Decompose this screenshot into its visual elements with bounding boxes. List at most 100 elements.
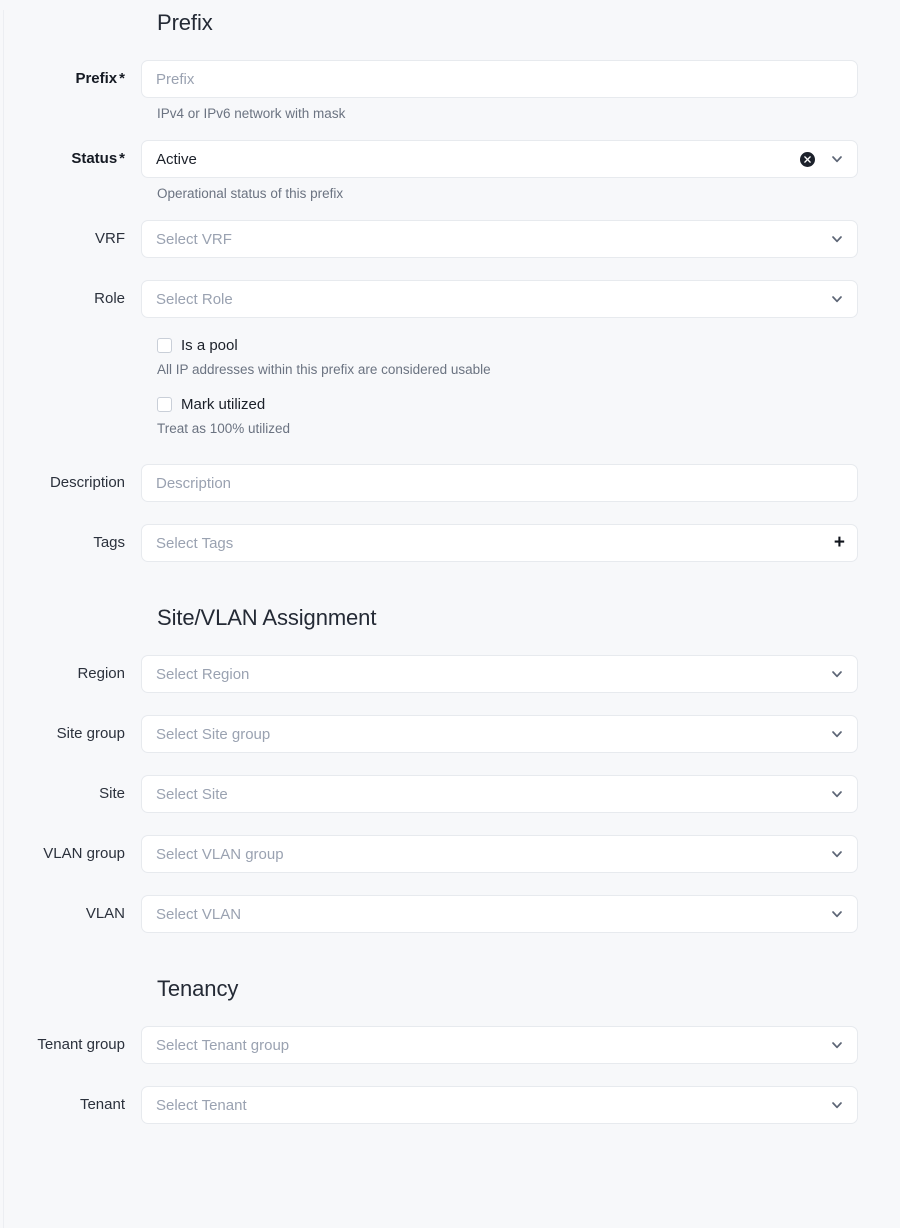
control-vlan-group: Select VLAN group [141, 835, 900, 873]
field-placeholder: Select Tenant [156, 1096, 247, 1114]
chevron-down-icon[interactable] [829, 906, 845, 922]
checkbox-label-mark-utilized: Mark utilized [181, 396, 266, 413]
label-tenant: Tenant [0, 1086, 141, 1115]
label-vlan: VLAN [0, 895, 141, 924]
control-tenant-group: Select Tenant group [141, 1026, 900, 1064]
plus-icon[interactable]: + [834, 533, 845, 552]
region-input[interactable]: Select Region [141, 655, 858, 693]
control-description: Description [141, 464, 900, 502]
field-placeholder: Select VLAN [156, 905, 242, 923]
section-title-prefix: Prefix [157, 10, 213, 35]
field-value: Active [156, 150, 197, 168]
form-row-tags: Tags Select Tags + [0, 524, 900, 562]
chevron-down-icon[interactable] [829, 231, 845, 247]
field-icons: + [834, 525, 857, 561]
form-row-vrf: VRF Select VRF [0, 220, 900, 258]
label-text: Description [49, 474, 125, 491]
control-prefix: Prefix [141, 60, 900, 98]
field-placeholder: Select Site [156, 785, 228, 803]
checkbox-is-a-pool[interactable] [157, 338, 172, 353]
checkbox-mark-utilized[interactable] [157, 397, 172, 412]
field-placeholder: Select VRF [156, 230, 232, 248]
form-row-vlan: VLAN Select VLAN [0, 895, 900, 933]
label-status: Status * [0, 140, 141, 169]
checkbox-row-mark-utilized[interactable]: Mark utilized [0, 397, 900, 412]
site-group-input[interactable]: Select Site group [141, 715, 858, 753]
description-input[interactable]: Description [141, 464, 858, 502]
label-vlan-group: VLAN group [0, 835, 141, 864]
vlan-input[interactable]: Select VLAN [141, 895, 858, 933]
section-title-site-vlan-assignment: Site/VLAN Assignment [157, 605, 377, 630]
field-icons [829, 221, 857, 257]
role-input[interactable]: Select Role [141, 280, 858, 318]
prefix-create-form: Prefix Prefix * Prefix IPv4 or IPv6 network … [0, 10, 900, 1124]
label-role: Role [0, 280, 141, 309]
field-placeholder: Select Tags [156, 534, 234, 552]
control-region: Select Region [141, 655, 900, 693]
form-row-tenant: Tenant Select Tenant [0, 1086, 900, 1124]
label-text: Tenant group [37, 1036, 125, 1053]
tags-input[interactable]: Select Tags + [141, 524, 858, 562]
label-vrf: VRF [0, 220, 141, 249]
form-row-site-group: Site group Select Site group [0, 715, 900, 753]
field-placeholder: Description [156, 474, 232, 492]
label-text: Role [94, 290, 125, 307]
clear-icon[interactable] [800, 151, 815, 167]
label-text: Site group [56, 725, 125, 742]
help-text-is-a-pool: All IP addresses within this prefix are … [157, 362, 491, 377]
label-prefix: Prefix * [0, 60, 141, 89]
chevron-down-icon[interactable] [829, 666, 845, 682]
chevron-down-icon[interactable] [829, 151, 845, 167]
site-input[interactable]: Select Site [141, 775, 858, 813]
form-row-role: Role Select Role [0, 280, 900, 318]
help-text-status: Operational status of this prefix [157, 186, 344, 201]
field-icons [800, 141, 857, 177]
chevron-down-icon[interactable] [829, 726, 845, 742]
status-input[interactable]: Active [141, 140, 858, 178]
label-site-group: Site group [0, 715, 141, 744]
field-placeholder: Select Tenant group [156, 1036, 290, 1054]
form-row-prefix: Prefix * Prefix [0, 60, 900, 98]
control-vlan: Select VLAN [141, 895, 900, 933]
control-role: Select Role [141, 280, 900, 318]
control-tags: Select Tags + [141, 524, 900, 562]
form-row-status: Status * Active [0, 140, 900, 178]
vrf-input[interactable]: Select VRF [141, 220, 858, 258]
chevron-down-icon[interactable] [829, 291, 845, 307]
tenant-group-input[interactable]: Select Tenant group [141, 1026, 858, 1064]
field-icons [829, 1087, 857, 1123]
required-asterisk: * [119, 150, 125, 167]
vlan-group-input[interactable]: Select VLAN group [141, 835, 858, 873]
label-text: Site [99, 785, 125, 802]
label-text: Region [77, 665, 125, 682]
chevron-down-icon[interactable] [829, 846, 845, 862]
control-site: Select Site [141, 775, 900, 813]
required-asterisk: * [119, 70, 125, 87]
field-icons [829, 656, 857, 692]
field-placeholder: Prefix [156, 70, 195, 88]
field-icons [829, 776, 857, 812]
field-placeholder: Select Site group [156, 725, 271, 743]
form-row-site: Site Select Site [0, 775, 900, 813]
form-row-tenant-group: Tenant group Select Tenant group [0, 1026, 900, 1064]
label-region: Region [0, 655, 141, 684]
help-text-prefix: IPv4 or IPv6 network with mask [157, 106, 346, 121]
chevron-down-icon[interactable] [829, 786, 845, 802]
prefix-input[interactable]: Prefix [141, 60, 858, 98]
help-text-mark-utilized: Treat as 100% utilized [157, 421, 291, 436]
chevron-down-icon[interactable] [829, 1097, 845, 1113]
field-icons [829, 836, 857, 872]
tenant-input[interactable]: Select Tenant [141, 1086, 858, 1124]
checkbox-row-is-a-pool[interactable]: Is a pool [0, 338, 900, 353]
checkbox-label-is-a-pool: Is a pool [181, 337, 238, 354]
label-tenant-group: Tenant group [0, 1026, 141, 1055]
field-placeholder: Select VLAN group [156, 845, 284, 863]
control-tenant: Select Tenant [141, 1086, 900, 1124]
label-text: Prefix [75, 70, 118, 87]
field-placeholder: Select Region [156, 665, 250, 683]
chevron-down-icon[interactable] [829, 1037, 845, 1053]
section-title-tenancy: Tenancy [157, 976, 239, 1001]
label-description: Description [0, 464, 141, 493]
field-icons [829, 896, 857, 932]
label-text: Tags [93, 534, 125, 551]
